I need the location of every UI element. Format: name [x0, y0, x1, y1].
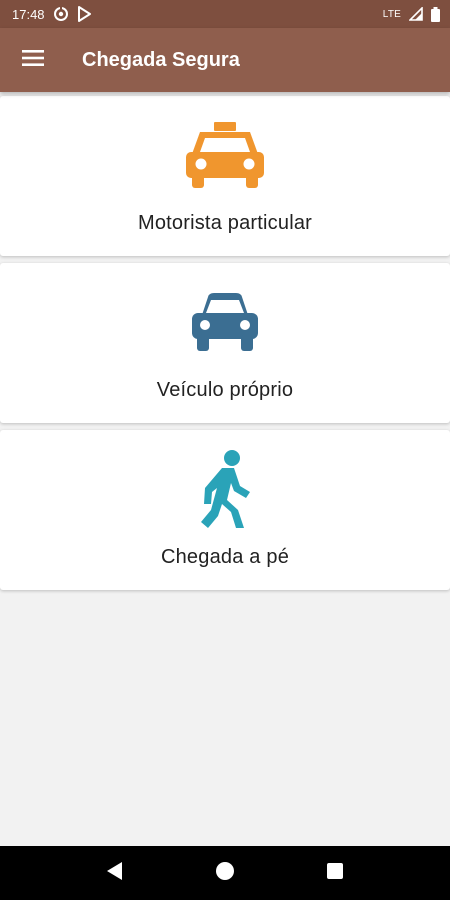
walking-person-icon [198, 450, 252, 528]
back-button[interactable] [95, 853, 135, 893]
recents-button[interactable] [315, 853, 355, 893]
hamburger-menu-icon [22, 49, 44, 71]
recents-icon [326, 862, 344, 885]
option-chegada-a-pe[interactable]: Chegada a pé [0, 430, 450, 590]
back-icon [106, 861, 124, 886]
options-list: Motorista particular Veículo próprio Che… [0, 96, 450, 597]
status-bar: 17:48 LTE [0, 0, 450, 28]
menu-button[interactable] [0, 28, 66, 92]
app-title: Chegada Segura [82, 48, 240, 71]
status-left: 17:48 [12, 6, 91, 22]
status-right: LTE [382, 6, 440, 22]
option-label: Veículo próprio [156, 379, 294, 401]
home-icon [215, 861, 235, 886]
car-icon [192, 285, 258, 359]
system-navigation-bar [0, 846, 450, 900]
option-label: Motorista particular [137, 212, 313, 234]
option-veiculo-proprio[interactable]: Veículo próprio [0, 263, 450, 423]
option-label: Chegada a pé [160, 546, 290, 568]
app-bar: Chegada Segura [0, 28, 450, 92]
play-store-icon [77, 6, 91, 22]
data-saver-icon [53, 6, 69, 22]
network-type: LTE [382, 8, 401, 20]
signal-icon [409, 7, 423, 21]
option-motorista-particular[interactable]: Motorista particular [0, 96, 450, 256]
taxi-icon [186, 118, 264, 192]
status-time: 17:48 [12, 6, 45, 22]
home-button[interactable] [205, 853, 245, 893]
battery-icon [431, 6, 440, 22]
